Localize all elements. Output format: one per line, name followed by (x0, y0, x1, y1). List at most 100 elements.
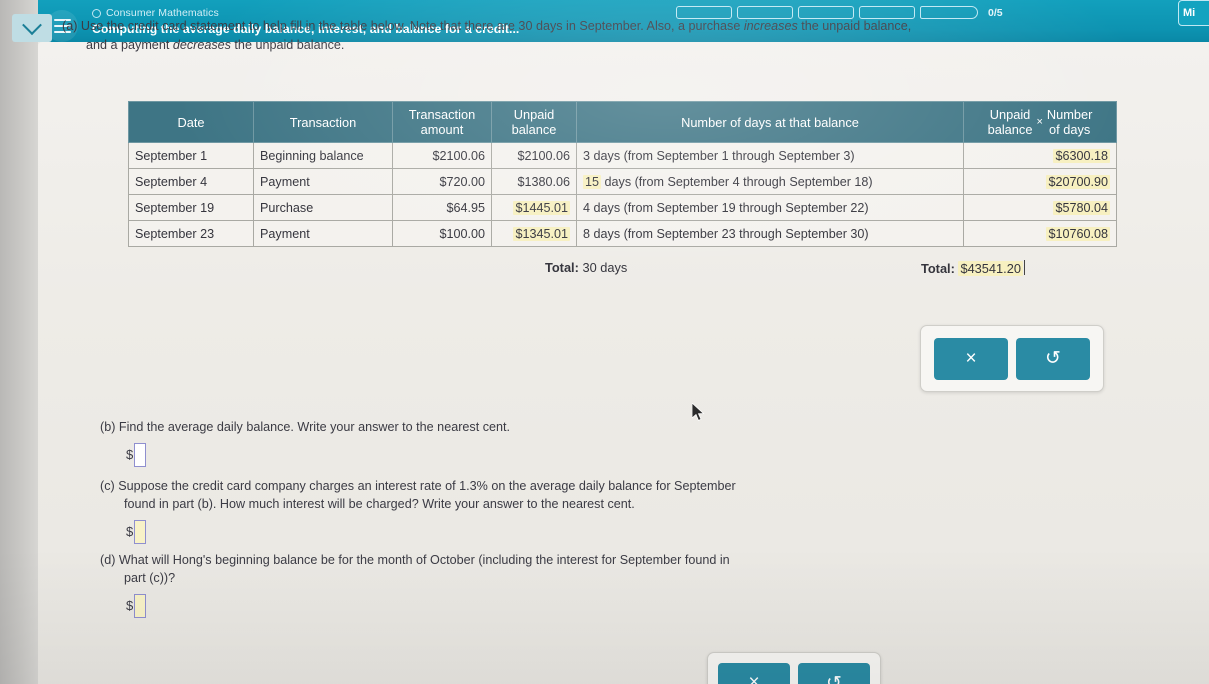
part-c-question-line1: Suppose the credit card company charges … (118, 479, 736, 493)
part-d-answer-input[interactable] (134, 594, 147, 618)
part-b: (b) Find the average daily balance. Writ… (100, 418, 930, 467)
part-b-answer-input[interactable] (134, 443, 147, 467)
device-left-bezel (0, 0, 38, 684)
menu-button[interactable]: Mi (1178, 0, 1209, 26)
part-d: (d) What will Hong's beginning balance b… (100, 551, 930, 618)
cell-unpaid-balance[interactable]: $1345.01 (491, 220, 577, 247)
total-product: Total: $43541.20 (921, 260, 1025, 276)
col-header-unpaid-balance: Unpaid balance (491, 101, 577, 143)
daily-balance-table: Date Transaction Transaction amount Unpa… (128, 101, 1117, 247)
total-days-label: Total: (545, 260, 579, 275)
table-row: September 19 Purchase $64.95 $1445.01 4 … (128, 194, 1117, 221)
cell-days-number: 8 (583, 226, 591, 241)
cell-transaction: Beginning balance (253, 142, 393, 169)
cell-transaction: Payment (253, 168, 393, 195)
col-header-product: Unpaid balance × Number of days (963, 101, 1117, 143)
table-row: September 23 Payment $100.00 $1345.01 8 … (128, 220, 1117, 247)
cell-amount: $100.00 (392, 220, 492, 247)
table-body: September 1 Beginning balance $2100.06 $… (128, 142, 1117, 247)
clear-button[interactable]: × (934, 337, 1008, 380)
cell-unpaid-balance-value: $1445.01 (513, 200, 570, 215)
cell-days-text: days (from September 19 through Septembe… (593, 200, 869, 215)
col-header-date: Date (128, 101, 254, 143)
cell-transaction: Payment (253, 220, 393, 247)
part-c-question-line2: found in part (b). How much interest wil… (124, 497, 635, 511)
cell-amount: $720.00 (392, 168, 492, 195)
total-product-label: Total: (921, 261, 955, 276)
col-header-transaction-amount: Transaction amount (392, 101, 492, 143)
table-row: September 4 Payment $720.00 $1380.06 15 … (128, 168, 1117, 195)
cell-unpaid-balance-value: $2100.06 (517, 148, 570, 163)
multiply-icon: × (1036, 115, 1043, 128)
col-header-amount-line1: Transaction (408, 107, 476, 122)
total-days-value: 30 days (582, 260, 628, 275)
cell-unpaid-balance[interactable]: $1445.01 (491, 194, 577, 221)
app-root: Consumer Mathematics Computing the avera… (0, 0, 1209, 684)
cell-product[interactable]: $10760.08 (963, 220, 1117, 247)
part-a-prompt: (a) Use the credit card statement to hel… (62, 17, 1152, 55)
cell-date: September 19 (128, 194, 254, 221)
table-header-row: Date Transaction Transaction amount Unpa… (128, 101, 1117, 143)
answer-tool-panel: × ↺ (920, 325, 1104, 392)
cell-unpaid-balance[interactable]: $1380.06 (491, 168, 577, 195)
part-c-answer-line: $ (100, 520, 930, 544)
cell-days-text: days (from September 23 through Septembe… (593, 226, 869, 241)
part-a-label: (a) (62, 19, 78, 33)
cell-amount: $2100.06 (392, 142, 492, 169)
cell-product[interactable]: $6300.18 (963, 142, 1117, 169)
cell-days-number: 3 (583, 148, 591, 163)
cell-days[interactable]: 8 days (from September 23 through Septem… (576, 220, 964, 247)
part-c-label: (c) (100, 479, 115, 493)
cell-transaction: Purchase (253, 194, 393, 221)
total-product-value[interactable]: $43541.20 (958, 261, 1023, 276)
undo-button[interactable]: ↺ (1016, 337, 1090, 380)
cell-product[interactable]: $5780.04 (963, 194, 1117, 221)
part-b-answer-line: $ (100, 443, 930, 467)
part-b-text: (b) Find the average daily balance. Writ… (100, 418, 930, 436)
col-header-product-line2: balance (987, 122, 1033, 137)
undo-button-bottom[interactable]: ↺ (798, 663, 870, 684)
dollar-sign: $ (126, 447, 134, 462)
cell-amount: $64.95 (392, 194, 492, 221)
part-a-line2: and a payment decreases the unpaid balan… (86, 38, 345, 52)
cell-unpaid-balance[interactable]: $2100.06 (491, 142, 577, 169)
chevron-down-icon[interactable] (12, 14, 52, 42)
text-caret (1023, 260, 1025, 275)
part-d-question-line1: What will Hong's beginning balance be fo… (118, 553, 730, 567)
col-header-days: Number of days at that balance (576, 101, 964, 143)
part-c: (c) Suppose the credit card company char… (100, 477, 930, 544)
answer-tool-panel-bottom: × ↺ (707, 652, 881, 684)
part-c-text-line1: (c) Suppose the credit card company char… (100, 477, 930, 495)
part-d-text-line1: (d) What will Hong's beginning balance b… (100, 551, 930, 569)
clear-button-bottom[interactable]: × (718, 663, 790, 684)
cell-days[interactable]: 3 days (from September 1 through Septemb… (576, 142, 964, 169)
part-c-answer-input[interactable] (134, 520, 147, 544)
cell-days-text: days (from September 1 through September… (593, 148, 855, 163)
part-d-question-line2: part (c))? (124, 571, 176, 585)
totals-row: Total: 30 days Total: $43541.20 (128, 260, 1068, 282)
undo-icon: ↺ (1045, 348, 1061, 369)
chevron-glyph (22, 15, 42, 36)
cell-unpaid-balance-value: $1345.01 (513, 226, 570, 241)
part-d-label: (d) (100, 553, 116, 567)
cell-product-value: $5780.04 (1053, 200, 1110, 215)
cell-days-text: days (from September 4 through September… (604, 174, 873, 189)
close-icon: × (965, 347, 977, 369)
cell-product-value: $20700.90 (1046, 174, 1110, 189)
cell-date: September 4 (128, 168, 254, 195)
table-row: September 1 Beginning balance $2100.06 $… (128, 142, 1117, 169)
part-a-line1: Use the credit card statement to help fi… (80, 19, 912, 33)
cell-days[interactable]: 4 days (from September 19 through Septem… (576, 194, 964, 221)
col-header-product-line4: of days (1049, 122, 1091, 137)
col-header-product-line1: Unpaid (989, 107, 1031, 122)
part-b-question: Find the average daily balance. Write yo… (118, 420, 510, 434)
undo-icon: ↺ (826, 672, 842, 684)
col-header-transaction: Transaction (253, 101, 393, 143)
cell-days[interactable]: 15 days (from September 4 through Septem… (576, 168, 964, 195)
part-b-label: (b) (100, 420, 116, 434)
cell-date: September 23 (128, 220, 254, 247)
col-header-amount-line2: amount (420, 122, 464, 137)
cell-days-number: 4 (583, 200, 591, 215)
cell-product[interactable]: $20700.90 (963, 168, 1117, 195)
dollar-sign: $ (126, 524, 134, 539)
